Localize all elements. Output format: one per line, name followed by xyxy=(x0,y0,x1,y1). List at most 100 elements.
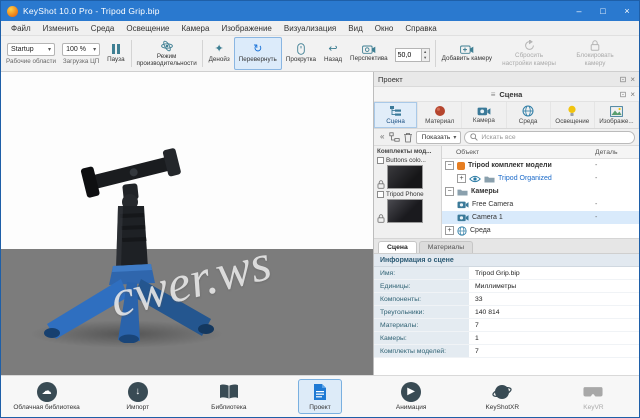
info-label: Компоненты: xyxy=(374,293,469,305)
collapse-panel-icon[interactable]: « xyxy=(378,131,386,143)
add-camera-button[interactable]: Добавить камеру xyxy=(438,37,496,70)
menu-camera[interactable]: Камера xyxy=(176,21,216,35)
scroll-button[interactable]: Прокрутка xyxy=(282,37,320,70)
menu-help[interactable]: Справка xyxy=(399,21,442,35)
workspace-dropdown[interactable]: Startup ▾ xyxy=(7,43,55,56)
dock-import[interactable]: ↓ Импорт xyxy=(92,376,183,417)
menu-environment[interactable]: Среда xyxy=(85,21,121,35)
info-value: Tripod Grip.bip xyxy=(469,267,639,279)
lock-camera-button[interactable]: Блокировать камеру xyxy=(562,37,628,70)
performance-mode-button[interactable]: Режим производительности xyxy=(134,37,200,70)
dock-keyvr[interactable]: KeyVR xyxy=(548,376,639,417)
model-set-checkbox[interactable] xyxy=(377,157,384,164)
reset-camera-button[interactable]: Сбросить настройки камеры xyxy=(496,37,562,70)
dock-cloud-library[interactable]: ☁ Облачная библиотека xyxy=(1,376,92,417)
back-arrow-icon: ↩ xyxy=(328,44,337,55)
close-panel-icon[interactable]: × xyxy=(630,90,635,99)
bottom-dock: ☁ Облачная библиотека ↓ Импорт Библиотек… xyxy=(1,375,639,417)
perspective-button[interactable]: Перспектива xyxy=(346,37,392,70)
tree-row-label: Camera 1 xyxy=(472,214,503,221)
spin-down-icon[interactable]: ▾ xyxy=(422,55,429,61)
tree-row-detail: - xyxy=(595,175,639,182)
menu-image[interactable]: Изображение xyxy=(215,21,277,35)
menu-window[interactable]: Окно xyxy=(369,21,400,35)
dock-label: Облачная библиотека xyxy=(13,404,79,411)
tree-row-free-camera[interactable]: Free Camera - xyxy=(442,198,639,211)
tree-row-cameras[interactable]: − Камеры xyxy=(442,185,639,198)
expander-icon[interactable]: + xyxy=(457,174,466,183)
expander-icon[interactable]: − xyxy=(445,161,454,170)
model-set-thumbnail[interactable] xyxy=(387,199,423,223)
expander-icon[interactable]: − xyxy=(445,187,454,196)
dock-panel-icon[interactable]: ⊡ xyxy=(620,90,627,99)
cpu-dropdown[interactable]: 100 % ▾ xyxy=(62,43,100,56)
tree-row-camera-1[interactable]: Camera 1 - xyxy=(442,211,639,224)
show-filter-dropdown[interactable]: Показать ▾ xyxy=(416,131,461,144)
menu-view[interactable]: Вид xyxy=(342,21,368,35)
subtab-materials[interactable]: Материалы xyxy=(419,241,473,253)
dock-panel-icon[interactable]: ⊡ xyxy=(620,75,627,84)
project-panel-title: Проект xyxy=(378,75,403,84)
eye-icon[interactable] xyxy=(469,175,481,183)
tab-camera[interactable]: Камера xyxy=(462,102,506,128)
scene-tree-toolbar: « Показать ▾ xyxy=(374,129,639,146)
tab-lighting[interactable]: Освещение xyxy=(551,102,595,128)
info-label: Комплекты моделей: xyxy=(374,345,469,357)
bottom-subtabs: Сцена Материалы xyxy=(374,239,639,254)
dock-animation[interactable]: ▶ Анимация xyxy=(366,376,457,417)
column-detail[interactable]: Деталь xyxy=(595,149,639,156)
perspective-spin-buttons: ▴ ▾ xyxy=(421,48,430,62)
tree-row-modelset[interactable]: − Tripod комплект модели - xyxy=(442,159,639,172)
dock-project[interactable]: Проект xyxy=(274,376,365,417)
model-set-checkbox[interactable] xyxy=(377,191,384,198)
tab-material-label: Материал xyxy=(425,118,454,125)
pause-button[interactable]: Пауза xyxy=(103,37,129,70)
lock-icon xyxy=(377,214,385,223)
menu-file[interactable]: Файл xyxy=(5,21,37,35)
dock-library[interactable]: Библиотека xyxy=(183,376,274,417)
model-set-item[interactable]: Buttons colo... xyxy=(377,157,438,189)
column-object[interactable]: Объект xyxy=(442,149,595,156)
flip-button[interactable]: ↻ Перевернуть xyxy=(234,37,282,70)
menu-burger-icon[interactable]: ≡ xyxy=(491,90,496,99)
scene-tree-icon xyxy=(389,105,402,117)
main-area: cwer.ws Проект ⊡ × ≡ Сцена ⊡ × xyxy=(1,72,639,375)
trash-icon[interactable] xyxy=(403,132,413,143)
dock-keyshotxr[interactable]: KeyShotXR xyxy=(457,376,548,417)
back-button[interactable]: ↩ Назад xyxy=(320,37,346,70)
subtab-scene[interactable]: Сцена xyxy=(378,241,417,253)
minimize-button[interactable]: – xyxy=(567,1,591,21)
maximize-button[interactable]: □ xyxy=(591,1,615,21)
lock-icon xyxy=(377,180,385,189)
denoise-button[interactable]: ✦ Денойз xyxy=(205,37,234,70)
info-row-units: Единицы: Миллиметры xyxy=(374,280,639,293)
tripod-grip-model[interactable] xyxy=(31,148,231,343)
info-row-materials: Материалы: 7 xyxy=(374,319,639,332)
tree-view-icon[interactable] xyxy=(389,132,400,143)
folder-icon xyxy=(484,175,495,183)
menu-edit[interactable]: Изменить xyxy=(37,21,85,35)
tree-row-environment[interactable]: + Среда xyxy=(442,224,639,237)
menu-lighting[interactable]: Освещение xyxy=(120,21,175,35)
tab-camera-label: Камера xyxy=(473,117,495,124)
viewport-3d[interactable]: cwer.ws xyxy=(1,72,373,375)
model-set-thumbnail[interactable] xyxy=(387,165,423,189)
tree-row-group[interactable]: + Tripod Organized - xyxy=(442,172,639,185)
chevron-down-icon: ▾ xyxy=(93,46,96,53)
toolbar-separator xyxy=(435,40,436,67)
model-set-item[interactable]: Tripod Phone xyxy=(377,191,438,223)
tab-environment[interactable]: Среда xyxy=(507,102,551,128)
tab-scene[interactable]: Сцена xyxy=(374,102,418,128)
denoise-icon: ✦ xyxy=(215,44,224,55)
project-panel-header: Проект ⊡ × xyxy=(374,72,639,87)
menu-render[interactable]: Визуализация xyxy=(278,21,342,35)
close-button[interactable]: × xyxy=(615,1,639,21)
scene-search-input[interactable] xyxy=(481,134,629,141)
tab-material[interactable]: Материал xyxy=(418,102,462,128)
perspective-value-input[interactable] xyxy=(395,48,421,62)
folder-icon xyxy=(457,188,468,196)
tab-lighting-label: Освещение xyxy=(555,118,589,125)
close-panel-icon[interactable]: × xyxy=(630,75,635,84)
tab-image[interactable]: Изображе... xyxy=(595,102,639,128)
expander-icon[interactable]: + xyxy=(445,226,454,235)
